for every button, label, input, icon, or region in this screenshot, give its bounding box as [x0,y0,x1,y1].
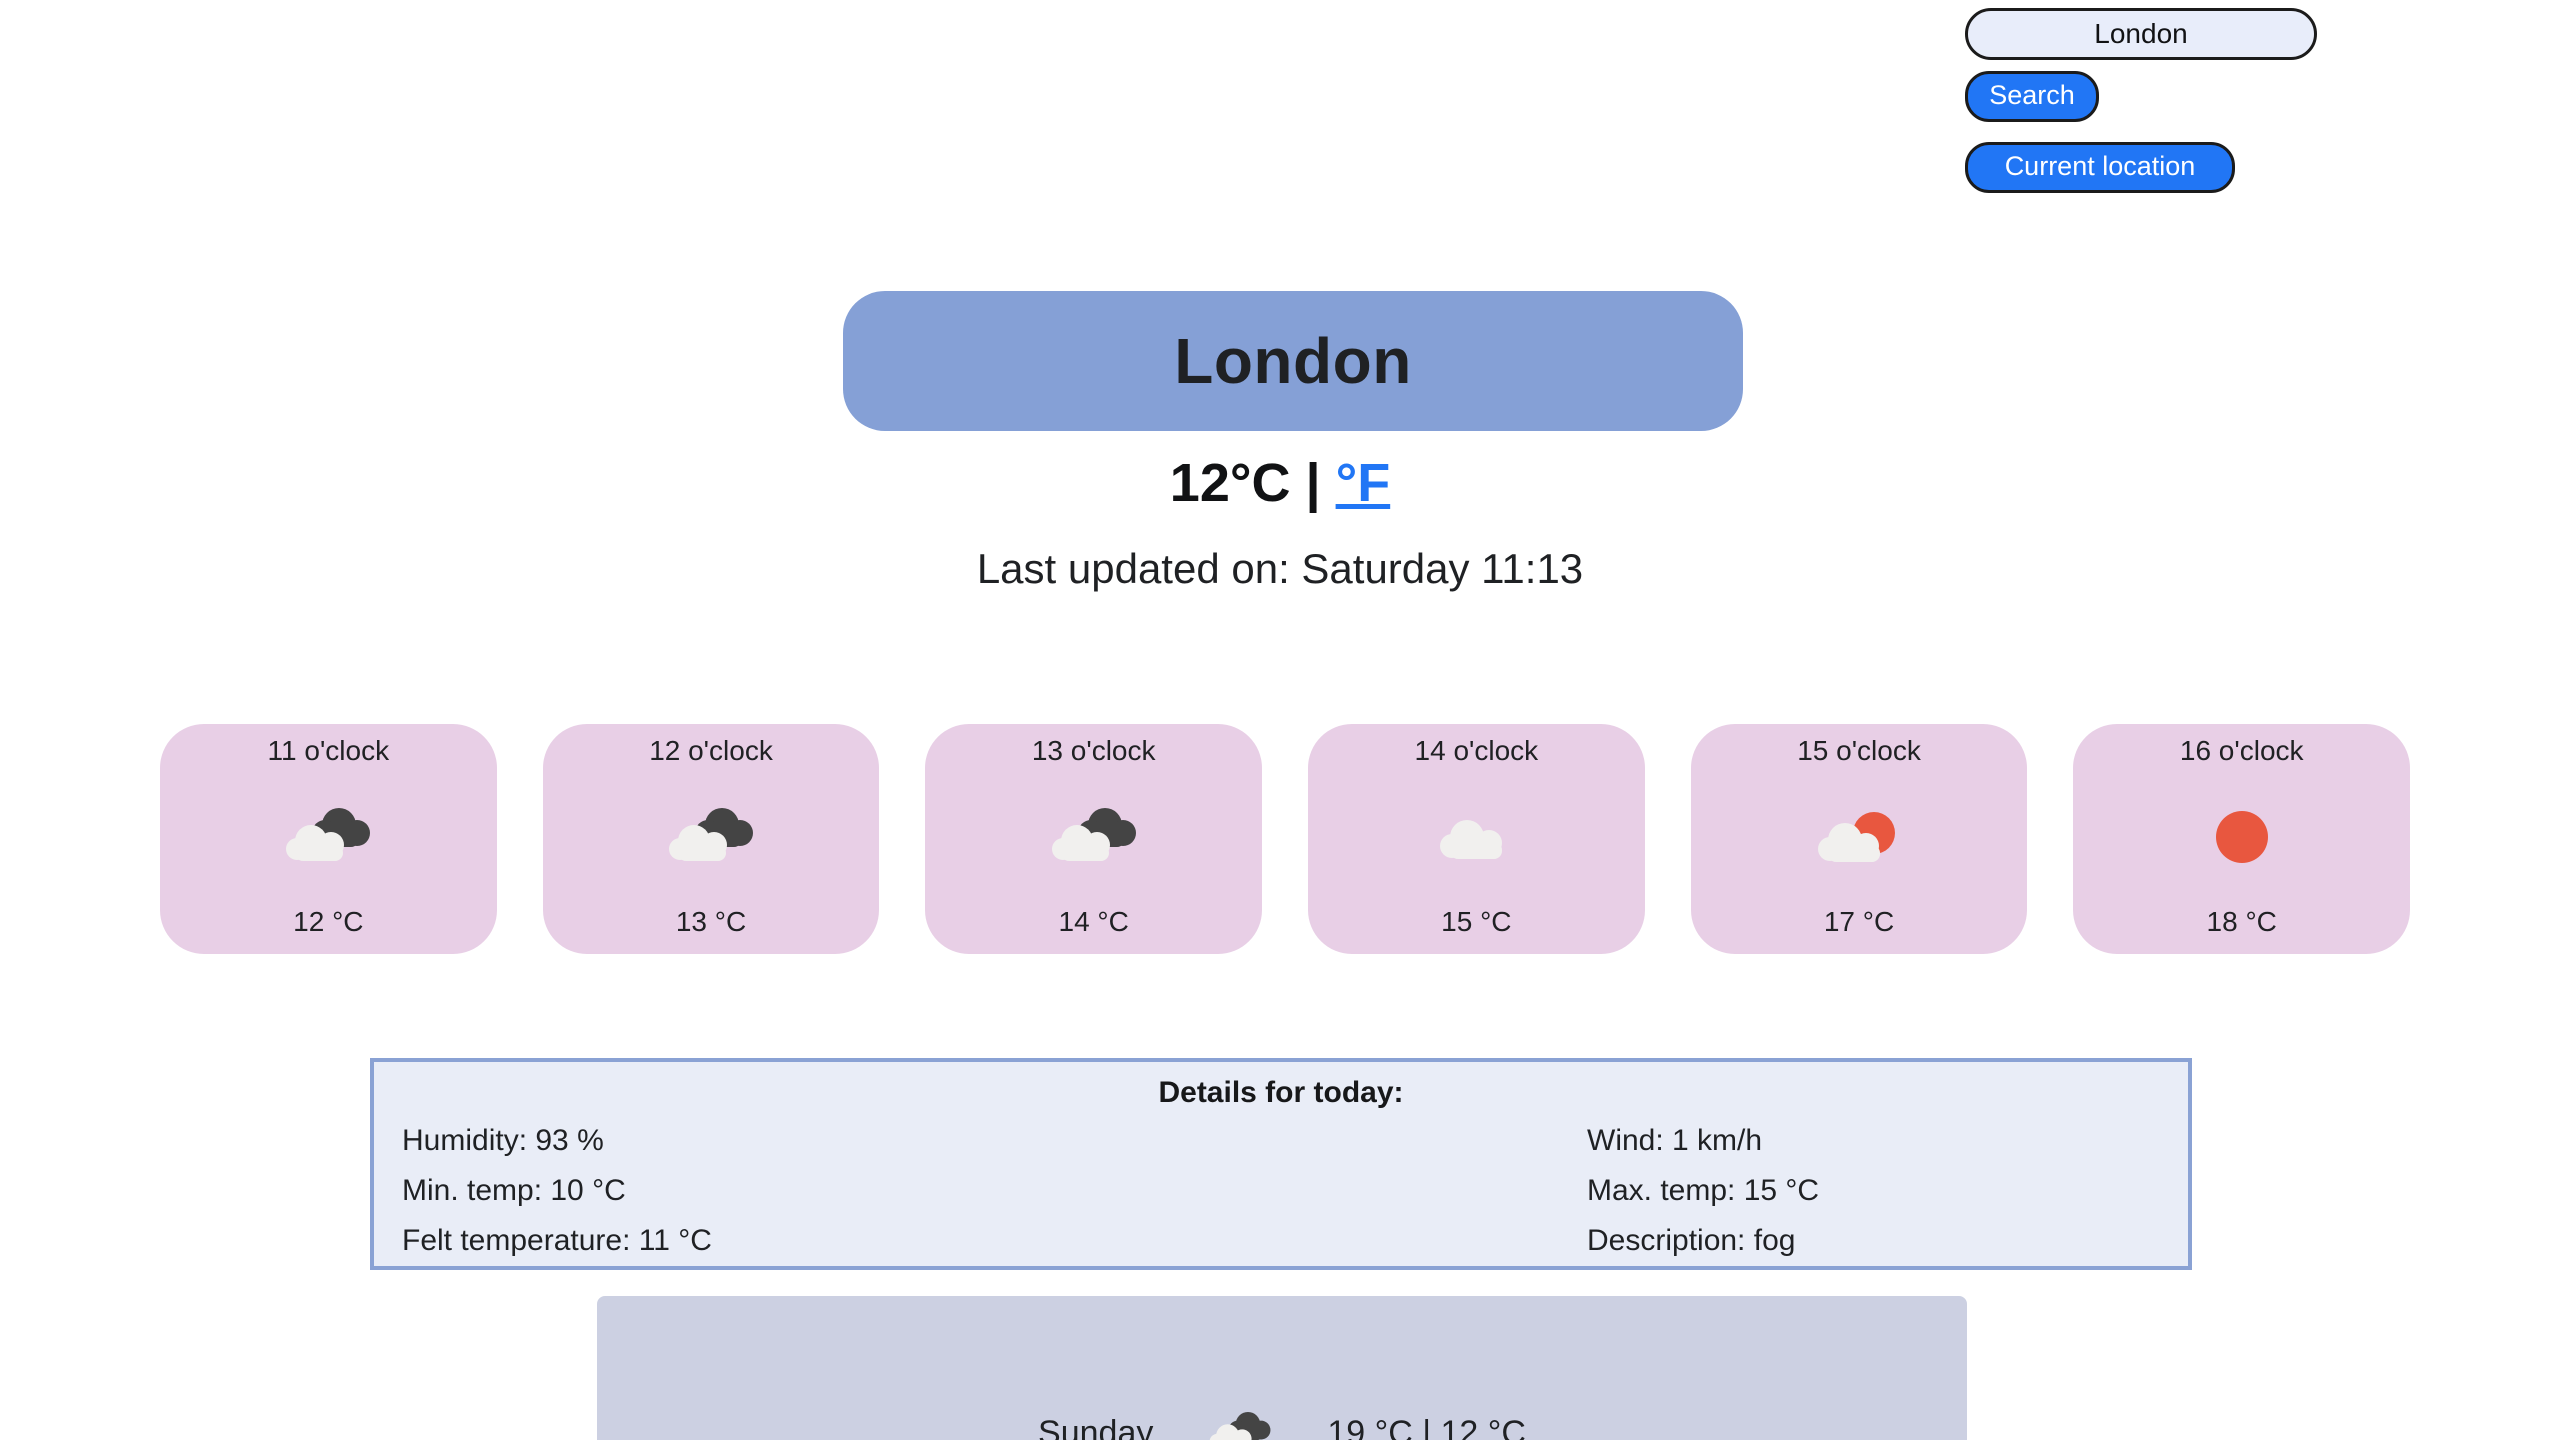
hour-temperature: 14 °C [1058,906,1129,937]
sun-icon [2215,810,2268,863]
forecast-row: Sunday 19 °C | 12 °C [597,1404,1967,1440]
broken-clouds-icon [1051,807,1136,861]
hour-temperature: 18 °C [2206,906,2277,937]
weather-icon-wrap [160,767,497,906]
detail-description: Description: fog [1587,1224,1796,1257]
hour-temperature: 12 °C [293,906,364,937]
broken-clouds-icon [286,807,371,861]
hourly-forecast-row: 11 o'clock 12 °C 12 o'clock 13 °C 13 o'c… [160,724,2411,974]
hour-temperature: 15 °C [1441,906,1512,937]
weather-icon-wrap [543,767,880,906]
hourly-card: 16 o'clock 18 °C [2073,724,2411,954]
details-grid: Humidity: 93 % Wind: 1 km/h Min. temp: 1… [374,1124,2188,1258]
search-controls: Search Current location [1965,8,2385,193]
detail-min-temp: Min. temp: 10 °C [402,1174,626,1207]
forecast-temps: 19 °C | 12 °C [1327,1413,1526,1440]
detail-felt-temp: Felt temperature: 11 °C [402,1224,712,1257]
cloud-icon [1440,819,1503,859]
weather-app-page: Search Current location London 12°C | °F… [0,0,2560,1440]
current-temperature-value: 12°C [1169,453,1291,513]
forecast-day: Sunday [1038,1413,1154,1440]
broken-clouds-icon [669,807,753,861]
last-updated-text: Last updated on: Saturday 11:13 [976,545,1584,592]
weather-icon-wrap [925,767,1262,906]
hourly-card: 11 o'clock 12 °C [160,724,497,954]
hour-label: 13 o'clock [1031,735,1156,766]
search-button[interactable]: Search [1965,71,2099,122]
weather-icon-wrap [1691,767,2028,906]
hourly-card: 12 o'clock 13 °C [542,724,880,954]
weather-icon-wrap [1308,767,1645,906]
details-panel: Details for today: Humidity: 93 % Wind: … [370,1058,2192,1270]
sun-behind-cloud-icon [1818,811,1896,862]
hour-label: 15 o'clock [1797,735,1921,766]
unit-separator: | [1305,453,1321,513]
city-name: London [1174,325,1412,397]
city-search-input[interactable] [1965,8,2317,60]
hour-label: 14 o'clock [1414,735,1539,766]
hourly-card: 14 o'clock 15 °C [1308,724,1645,954]
detail-max-temp: Max. temp: 15 °C [1587,1174,1820,1207]
hour-temperature: 13 °C [675,906,747,937]
details-title: Details for today: [1158,1076,1404,1109]
hour-label: 16 o'clock [2179,735,2304,766]
weather-icon-wrap [2073,767,2410,906]
hour-label: 11 o'clock [267,735,390,766]
current-location-button[interactable]: Current location [1965,142,2235,193]
hourly-card: 15 o'clock 17 °C [1690,724,2028,954]
broken-clouds-icon [1210,1411,1271,1440]
fahrenheit-toggle-link[interactable]: °F [1336,453,1391,513]
city-banner: London [843,291,1743,431]
current-temperature-line: 12°C | °F [0,452,2560,514]
daily-forecast-panel: Sunday 19 °C | 12 °C [597,1296,1967,1440]
hour-temperature: 17 °C [1823,906,1895,937]
hourly-card: 13 o'clock 14 °C [925,724,1263,954]
detail-humidity: Humidity: 93 % [402,1124,604,1157]
detail-wind: Wind: 1 km/h [1587,1124,1763,1157]
hour-label: 12 o'clock [649,735,773,766]
